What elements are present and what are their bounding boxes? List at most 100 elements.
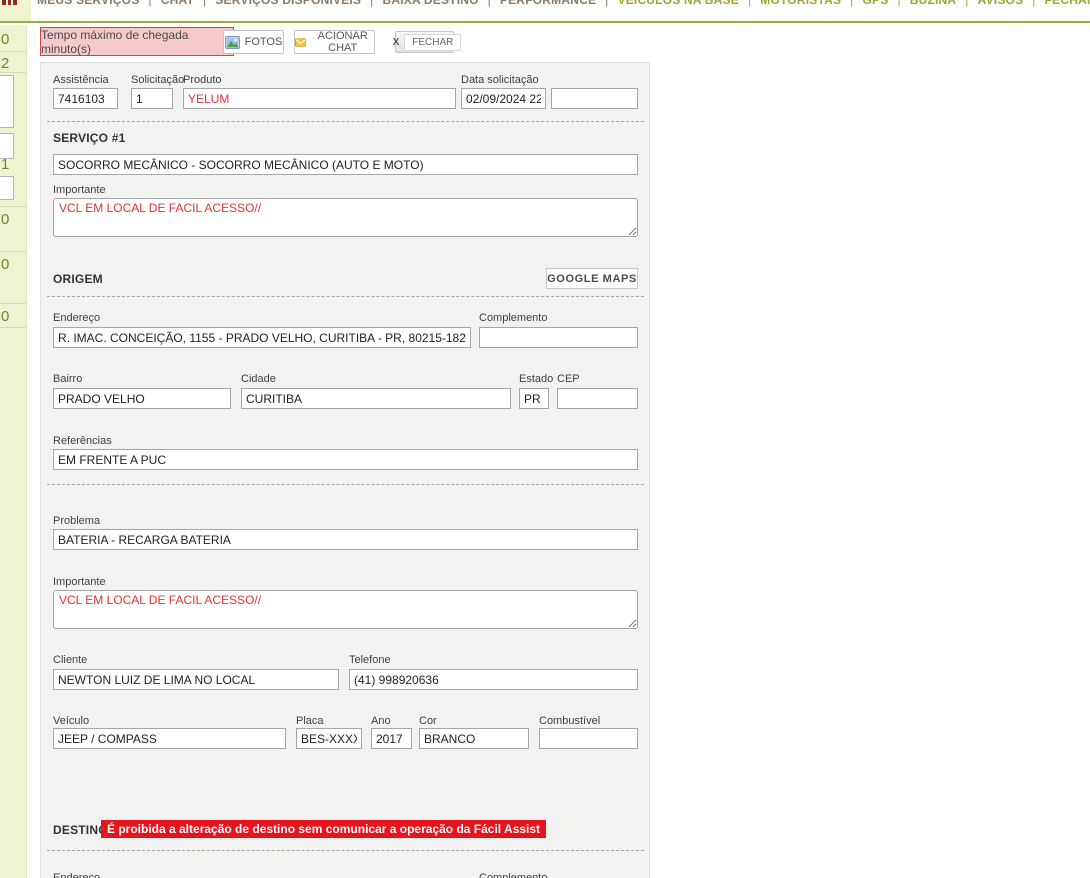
close-x-icon: X [392, 36, 400, 48]
data-solicitacao-input[interactable] [461, 88, 546, 109]
sidebar-count: 0 [1, 256, 10, 273]
servico-header: SERVIÇO #1 [53, 131, 126, 145]
fotos-button-label: FOTOS [244, 36, 283, 48]
separator [47, 850, 644, 851]
sidebar-divider [0, 206, 26, 207]
ano-input[interactable] [371, 728, 412, 749]
destino-warning-text: É proibida a alteração de destino sem co… [107, 822, 541, 836]
nav-corner [0, 0, 31, 21]
sidebar-divider [0, 303, 26, 304]
combustivel-input[interactable] [539, 728, 638, 749]
photo-icon [224, 35, 240, 49]
menu-text-fragment [8, 0, 11, 5]
nav-item-servicos-disponiveis[interactable]: SERVIÇOS DISPONÍVEIS [215, 0, 382, 7]
origem-header: ORIGEM [53, 272, 103, 286]
sidebar-count: 0 [1, 31, 10, 48]
importante-origem-textarea[interactable] [53, 590, 638, 629]
destino-header: DESTINO [53, 823, 108, 837]
sidebar-divider [0, 51, 26, 52]
complemento-input[interactable] [479, 327, 638, 348]
endereco-label: Endereço [53, 312, 101, 324]
produto-input[interactable] [183, 88, 456, 109]
sidebar-input-fragment[interactable] [0, 75, 14, 128]
veiculo-label: Veículo [53, 715, 90, 727]
telefone-input[interactable] [349, 669, 638, 690]
destino-endereco-label: Endereço [53, 872, 101, 878]
estado-label: Estado [519, 373, 554, 385]
estado-input[interactable] [519, 388, 549, 409]
referencias-label: Referências [53, 435, 112, 447]
nav-item-veiculos-na-base[interactable]: VEÍCULOS NA BASE [618, 0, 761, 7]
solicitacao-input[interactable] [131, 88, 173, 109]
veiculo-input[interactable] [53, 728, 286, 749]
nav-item-chat[interactable]: CHAT [161, 0, 216, 7]
bairro-input[interactable] [53, 388, 231, 409]
nav-item-meus-servicos[interactable]: MEUS SERVIÇOS [37, 0, 161, 7]
bairro-label: Bairro [53, 373, 83, 385]
combustivel-label: Combustível [539, 715, 601, 727]
complemento-label: Complemento [479, 312, 548, 324]
ano-label: Ano [371, 715, 391, 727]
problema-input[interactable] [53, 529, 638, 550]
tempo-maximo-banner: Tempo máximo de chegada minuto(s) [40, 27, 234, 56]
fotos-button[interactable]: FOTOS [223, 30, 284, 54]
importante-origem-label: Importante [53, 576, 106, 588]
cliente-input[interactable] [53, 669, 339, 690]
sidebar-count: 0 [1, 308, 10, 325]
nav-item-motoristas[interactable]: MOTORISTAS [760, 0, 862, 7]
acionar-chat-button-label: ACIONAR CHAT [317, 30, 368, 54]
problema-label: Problema [53, 515, 101, 527]
cidade-label: Cidade [241, 373, 276, 385]
fechar-button-label: FECHAR [404, 33, 462, 51]
solicitacao-label: Solicitação [131, 74, 185, 86]
service-detail-panel: Assistência Solicitação Produto Data sol… [40, 62, 650, 878]
assistencia-label: Assistência [53, 74, 109, 86]
cep-label: CEP [557, 373, 580, 385]
destino-complemento-label: Complemento [479, 872, 548, 878]
data-solicitacao-extra-input[interactable] [551, 88, 638, 109]
page: MEUS SERVIÇOS CHAT SERVIÇOS DISPONÍVEIS … [0, 0, 1090, 878]
assistencia-input[interactable] [53, 88, 118, 109]
nav-item-fechamento[interactable]: FECHAMENTO [1045, 0, 1090, 7]
acionar-chat-button[interactable]: ACIONAR CHAT [294, 30, 375, 54]
menu-text-fragment [13, 0, 17, 5]
google-maps-button[interactable]: GOOGLE MAPS [546, 268, 638, 289]
google-maps-button-label: GOOGLE MAPS [547, 272, 637, 285]
produto-label: Produto [183, 74, 222, 86]
sidebar-divider [0, 251, 26, 252]
nav-item-avisos[interactable]: AVISOS [978, 0, 1045, 7]
placa-label: Placa [296, 715, 324, 727]
importante-servico-textarea[interactable] [53, 198, 638, 237]
nav-item-gps[interactable]: GPS [862, 0, 909, 7]
fechar-button[interactable]: X FECHAR [393, 31, 462, 53]
placa-input[interactable] [296, 728, 362, 749]
separator [47, 484, 644, 485]
destino-warning-banner: É proibida a alteração de destino sem co… [101, 820, 547, 838]
cidade-input[interactable] [241, 388, 511, 409]
sidebar-input-fragment[interactable] [0, 176, 14, 200]
cep-input[interactable] [557, 388, 638, 409]
nav-item-performance[interactable]: PERFORMANCE [500, 0, 618, 7]
tempo-maximo-label: Tempo máximo de chegada minuto(s) [41, 27, 189, 56]
nav-item-buzina[interactable]: BUZINA [910, 0, 978, 7]
left-sidebar: 0 2 1 0 0 0 [0, 25, 27, 878]
sidebar-divider [0, 72, 26, 73]
referencias-input[interactable] [53, 449, 638, 470]
top-navigation: MEUS SERVIÇOS CHAT SERVIÇOS DISPONÍVEIS … [0, 0, 1090, 23]
importante-servico-label: Importante [53, 184, 106, 196]
endereco-input[interactable] [53, 327, 471, 348]
cor-label: Cor [419, 715, 437, 727]
cor-input[interactable] [419, 728, 529, 749]
sidebar-count: 1 [1, 156, 10, 173]
separator [47, 121, 644, 122]
nav-item-baixa-destino[interactable]: BAIXA DESTINO [382, 0, 500, 7]
sidebar-divider [0, 327, 26, 328]
telefone-label: Telefone [349, 654, 391, 666]
menu-text-fragment [2, 0, 6, 5]
separator [47, 296, 644, 297]
nav-menu: MEUS SERVIÇOS CHAT SERVIÇOS DISPONÍVEIS … [37, 0, 1090, 7]
sidebar-count: 0 [1, 211, 10, 228]
sidebar-count: 2 [1, 55, 10, 72]
cliente-label: Cliente [53, 654, 88, 666]
servico-input[interactable] [53, 154, 638, 175]
